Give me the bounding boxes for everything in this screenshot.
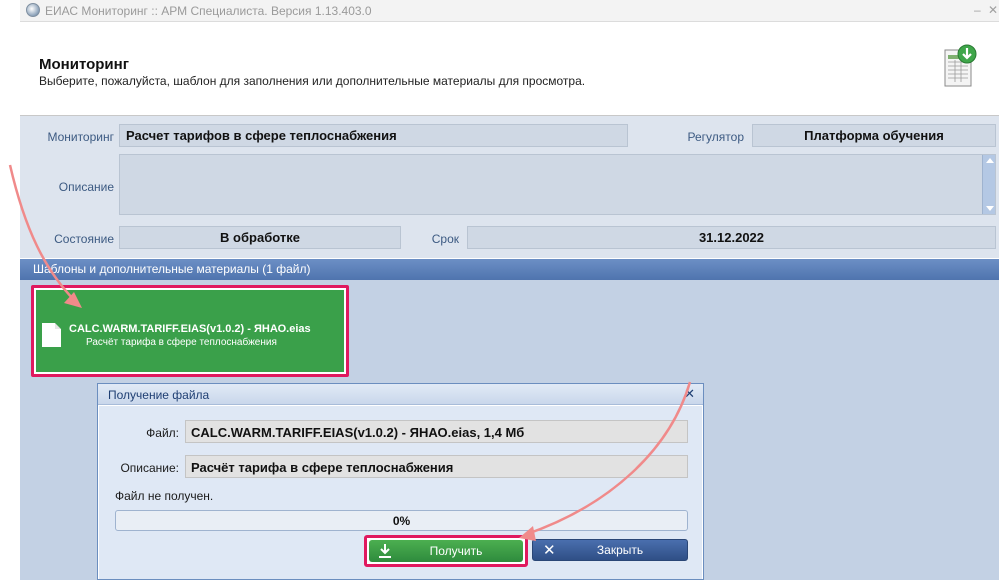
file-status: Файл не получен. <box>115 489 214 503</box>
get-button-label: Получить <box>429 544 483 558</box>
state-value: В обработке <box>220 230 300 245</box>
get-file-dialog: Получение файла ✕ Файл: CALC.WARM.TARIFF… <box>97 383 704 580</box>
file-icon <box>42 323 61 347</box>
regulator-value: Платформа обучения <box>804 128 944 143</box>
minimize-button[interactable]: – <box>974 3 981 17</box>
close-button-label: Закрыть <box>596 543 644 557</box>
dialog-description-field[interactable]: Расчёт тарифа в сфере теплоснабжения <box>185 455 688 478</box>
window-close-button[interactable]: ✕ <box>988 3 998 17</box>
description-field[interactable] <box>119 154 996 215</box>
download-progress-bar: 0% <box>115 510 688 531</box>
description-label: Описание <box>58 180 114 194</box>
file-tile-highlight: CALC.WARM.TARIFF.EIAS(v1.0.2) - ЯНАО.eia… <box>31 285 349 377</box>
monitoring-field[interactable]: Расчет тарифов в сфере теплоснабжения <box>119 124 628 147</box>
dialog-close-icon[interactable]: ✕ <box>684 386 695 402</box>
page-header: Мониторинг Выберите, пожалуйста, шаблон … <box>20 22 999 116</box>
regulator-field[interactable]: Платформа обучения <box>752 124 996 147</box>
spreadsheet-download-icon <box>944 44 977 87</box>
regulator-label: Регулятор <box>687 130 744 144</box>
file-name: CALC.WARM.TARIFF.EIAS(v1.0.2) - ЯНАО.eia… <box>69 323 311 335</box>
deadline-value: 31.12.2022 <box>698 230 765 245</box>
window-title: ЕИАС Мониторинг :: АРМ Специалиста. Верс… <box>45 4 372 18</box>
close-button[interactable]: ✕ Закрыть <box>532 539 688 561</box>
files-section-title: Шаблоны и дополнительные материалы (1 фа… <box>33 262 311 276</box>
dialog-titlebar: Получение файла ✕ <box>98 384 703 405</box>
dialog-file-label: Файл: <box>146 426 179 440</box>
file-tile[interactable]: CALC.WARM.TARIFF.EIAS(v1.0.2) - ЯНАО.eia… <box>36 290 344 372</box>
monitoring-value: Расчет тарифов в сфере теплоснабжения <box>126 128 397 143</box>
monitoring-label: Мониторинг <box>47 130 114 144</box>
state-field[interactable]: В обработке <box>119 226 401 249</box>
dialog-file-value: CALC.WARM.TARIFF.EIAS(v1.0.2) - ЯНАО.eia… <box>191 425 525 440</box>
get-button[interactable]: Получить <box>369 540 523 562</box>
files-section-header: Шаблоны и дополнительные материалы (1 фа… <box>20 259 999 280</box>
dialog-body: Файл: CALC.WARM.TARIFF.EIAS(v1.0.2) - ЯН… <box>99 406 702 579</box>
scroll-up-icon[interactable] <box>986 158 994 163</box>
scroll-down-icon[interactable] <box>986 206 994 211</box>
description-scrollbar[interactable] <box>982 155 995 214</box>
page-subtitle: Выберите, пожалуйста, шаблон для заполне… <box>39 74 586 88</box>
file-description: Расчёт тарифа в сфере теплоснабжения <box>86 337 277 348</box>
get-button-highlight: Получить <box>364 535 528 567</box>
deadline-label: Срок <box>431 232 459 246</box>
dialog-description-value: Расчёт тарифа в сфере теплоснабжения <box>191 460 454 475</box>
deadline-field[interactable]: 31.12.2022 <box>467 226 996 249</box>
dialog-title: Получение файла <box>108 388 210 402</box>
progress-percent: 0% <box>392 514 411 528</box>
window-titlebar: ЕИАС Мониторинг :: АРМ Специалиста. Верс… <box>20 0 999 22</box>
monitoring-form: Мониторинг Расчет тарифов в сфере теплос… <box>20 116 999 258</box>
dialog-description-label: Описание: <box>120 461 179 475</box>
state-label: Состояние <box>54 232 114 246</box>
page-title: Мониторинг <box>39 56 129 73</box>
app-icon <box>26 3 40 17</box>
dialog-file-field[interactable]: CALC.WARM.TARIFF.EIAS(v1.0.2) - ЯНАО.eia… <box>185 420 688 443</box>
